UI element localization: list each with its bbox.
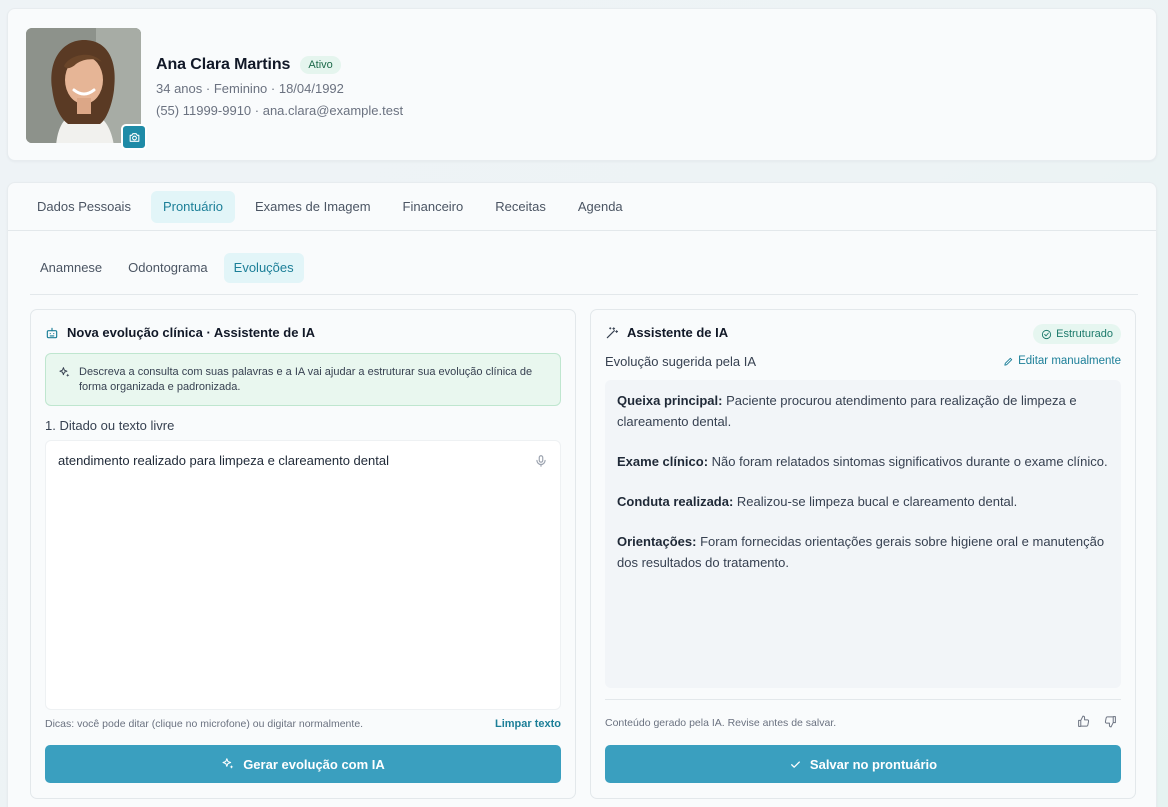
thumbs-down-icon [1104, 716, 1116, 728]
tab-financeiro[interactable]: Financeiro [391, 191, 476, 223]
check-circle-icon [1042, 329, 1052, 339]
subtab-anamnese[interactable]: Anamnese [30, 253, 112, 283]
record-card: Dados Pessoais Prontuário Exames de Imag… [7, 182, 1157, 807]
patient-details: 34 anos · Feminino · 18/04/1992 [156, 81, 344, 96]
tab-dados-pessoais[interactable]: Dados Pessoais [25, 191, 143, 223]
generate-evolution-label: Gerar evolução com IA [243, 756, 385, 772]
new-evolution-title: Nova evolução clínica · Assistente de IA [45, 325, 315, 340]
evolution-section: Conduta realizada: Realizou-se limpeza b… [617, 491, 1109, 512]
suggestion-label: Evolução sugerida pela IA [605, 354, 757, 369]
check-icon [790, 760, 800, 768]
thumbs-up-button[interactable] [1077, 715, 1090, 728]
ai-assistant-title-text: Assistente de IA [627, 325, 729, 340]
evolution-section-heading: Conduta realizada: [617, 494, 734, 509]
patient-info: Ana Clara Martins Ativo 34 anos · Femini… [156, 55, 403, 119]
ai-info-text: Descreva a consulta com suas palavras e … [79, 366, 533, 393]
evolution-section-text: Não foram relatados sintomas significati… [708, 454, 1108, 469]
edit-manually-button[interactable]: Editar manualmente [1003, 355, 1121, 367]
ai-info-box: Descreva a consulta com suas palavras e … [45, 353, 561, 406]
thumbs-down-button[interactable] [1104, 715, 1117, 728]
microphone-button[interactable] [534, 453, 548, 474]
ai-disclaimer: Conteúdo gerado pela IA. Revise antes de… [605, 717, 837, 729]
new-evolution-title-text: Nova evolução clínica · Assistente de IA [67, 325, 316, 340]
change-photo-button[interactable] [121, 124, 147, 150]
save-to-record-button[interactable]: Salvar no prontuário [605, 745, 1121, 783]
tab-prontuario[interactable]: Prontuário [150, 190, 235, 223]
tab-agenda[interactable]: Agenda [566, 191, 635, 223]
save-to-record-label: Salvar no prontuário [809, 756, 938, 772]
free-text-label: 1. Ditado ou texto livre [45, 418, 175, 433]
clear-text-button[interactable]: Limpar texto [495, 718, 561, 730]
microphone-icon [536, 455, 546, 467]
camera-icon [129, 132, 139, 142]
subtab-evolucoes[interactable]: Evoluções [223, 253, 304, 283]
pencil-icon [1004, 357, 1013, 366]
magic-wand-icon [606, 326, 619, 338]
suggested-evolution: Queixa principal: Paciente procurou aten… [605, 380, 1121, 688]
tab-receitas[interactable]: Receitas [483, 191, 558, 223]
structured-badge-label: Estruturado [1056, 328, 1113, 340]
hint-row: Dicas: você pode ditar (clique no microf… [45, 716, 561, 732]
evolution-section-heading: Exame clínico: [617, 454, 709, 469]
status-badge: Ativo [300, 56, 341, 74]
ai-assistant-title: Assistente de IA [605, 325, 728, 340]
patient-name: Ana Clara Martins [156, 56, 291, 73]
panel-divider [605, 699, 1121, 700]
feedback-buttons [1077, 715, 1117, 728]
evolution-section-heading: Orientações: [617, 534, 697, 549]
subtab-odontograma[interactable]: Odontograma [118, 253, 218, 283]
avatar-container [26, 28, 147, 150]
evolution-section: Exame clínico: Não foram relatados sinto… [617, 451, 1109, 472]
ai-assistant-panel: Assistente de IA Estruturado Evolução su… [590, 309, 1136, 799]
generate-evolution-button[interactable]: Gerar evolução com IA [45, 745, 561, 783]
new-evolution-panel: Nova evolução clínica · Assistente de IA… [30, 309, 576, 799]
structured-badge: Estruturado [1033, 324, 1121, 344]
patient-header: Ana Clara Martins Ativo 34 anos · Femini… [7, 8, 1157, 161]
patient-contact: (55) 11999-9910 · ana.clara@example.test [156, 103, 404, 118]
main-tabs: Dados Pessoais Prontuário Exames de Imag… [8, 183, 1156, 231]
evolution-section: Queixa principal: Paciente procurou aten… [617, 390, 1109, 432]
thumbs-up-icon [1078, 715, 1090, 727]
sparkles-icon [59, 367, 70, 377]
robot-icon [46, 327, 58, 338]
record-subtabs: Anamnese Odontograma Evoluções [30, 253, 1138, 295]
dictation-hint: Dicas: você pode ditar (clique no microf… [45, 718, 364, 730]
evolution-section-text: Realizou-se limpeza bucal e clareamento … [733, 494, 1018, 509]
evolution-section-heading: Queixa principal: [617, 393, 723, 408]
free-text-container [45, 440, 561, 710]
evolution-section: Orientações: Foram fornecidas orientaçõe… [617, 531, 1109, 573]
edit-manually-label: Editar manualmente [1018, 355, 1121, 367]
sparkles-icon [222, 758, 234, 769]
tab-exames-de-imagem[interactable]: Exames de Imagem [243, 191, 383, 223]
free-text-input[interactable] [46, 441, 560, 709]
